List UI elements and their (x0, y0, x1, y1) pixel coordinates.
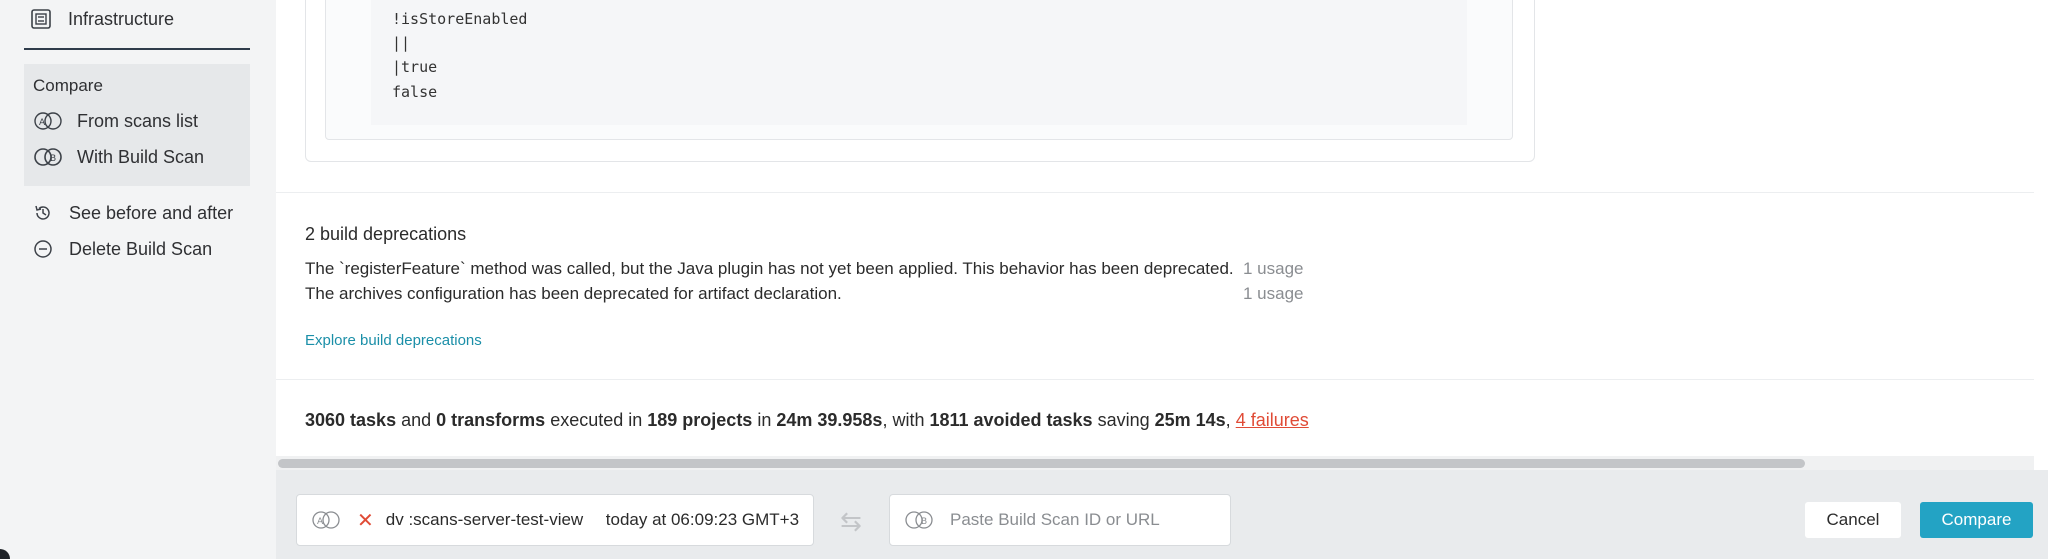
summary-text: , with (882, 410, 930, 430)
scan-a-field[interactable]: A ✕ dv :scans-server-test-view today at … (296, 494, 814, 546)
deprecation-usage: 1 usage (1243, 284, 1304, 303)
failures-link[interactable]: 4 failures (1236, 410, 1309, 430)
section-divider (276, 192, 2034, 193)
swap-icon[interactable]: ⇆ (834, 506, 868, 536)
code-pane (371, 0, 1467, 125)
sidebar-item-label: From scans list (77, 110, 199, 131)
compare-b-icon: B (904, 509, 936, 531)
avoided-tasks: 1811 avoided tasks (929, 410, 1093, 430)
summary-text: , (1225, 410, 1236, 430)
compare-title: Compare (33, 76, 103, 95)
deprecation-message: The archives configuration has been depr… (305, 284, 842, 303)
svg-text:A: A (317, 517, 324, 527)
code-line: |true (392, 58, 438, 76)
time-saved: 25m 14s (1154, 410, 1226, 430)
sidebar: Infrastructure Compare A From scans list… (0, 0, 276, 559)
sidebar-item-see-before-after[interactable]: See before and after (33, 202, 233, 224)
explore-deprecations-link[interactable]: Explore build deprecations (305, 332, 482, 349)
summary-text: executed in (545, 410, 648, 430)
sidebar-item-delete-build-scan[interactable]: Delete Build Scan (33, 238, 212, 260)
code-line: !isStoreEnabled (392, 10, 528, 28)
main-content: !isStoreEnabled || |true false 2 build d… (276, 0, 2034, 458)
sidebar-item-label: Infrastructure (68, 8, 175, 29)
transforms-count: 0 transforms (436, 410, 546, 430)
task-summary: 3060 tasks and 0 transforms executed in … (305, 410, 1309, 431)
sidebar-item-infrastructure[interactable]: Infrastructure (30, 8, 174, 30)
scan-name: dv :scans-server-test-view (385, 510, 584, 529)
svg-text:B: B (921, 517, 927, 527)
sidebar-item-label: With Build Scan (77, 146, 205, 167)
section-divider (276, 379, 2034, 380)
deprecation-usage: 1 usage (1243, 259, 1304, 278)
scan-time: today at 06:09:23 GMT+3 (605, 510, 800, 529)
summary-text: in (752, 410, 777, 430)
tasks-count: 3060 tasks (305, 410, 397, 430)
compare-a-icon: A (311, 509, 343, 531)
sidebar-item-from-scans-list[interactable]: A From scans list (33, 110, 198, 132)
deprecation-message: The `registerFeature` method was called,… (305, 259, 1234, 278)
code-line: false (392, 83, 438, 101)
sidebar-item-with-build-scan[interactable]: B With Build Scan (33, 146, 204, 168)
summary-text: saving (1092, 410, 1155, 430)
history-icon (33, 202, 57, 224)
projects-count: 189 projects (647, 410, 753, 430)
cancel-button[interactable]: Cancel (1805, 502, 1901, 538)
compare-with-scan-icon: B (33, 146, 65, 168)
svg-text:A: A (39, 118, 46, 128)
infrastructure-icon (30, 8, 56, 30)
build-duration: 24m 39.958s (776, 410, 883, 430)
sidebar-divider (24, 48, 250, 50)
sidebar-item-label: See before and after (69, 202, 234, 223)
svg-text:B: B (50, 154, 56, 164)
remove-scan-icon[interactable]: ✕ (357, 508, 374, 533)
horizontal-scrollbar-thumb[interactable] (278, 459, 1805, 468)
compare-from-list-icon: A (33, 110, 65, 132)
summary-text: and (396, 410, 437, 430)
sidebar-item-label: Delete Build Scan (69, 238, 213, 259)
code-line: || (392, 34, 411, 52)
minus-circle-icon (33, 238, 57, 260)
scan-b-field[interactable]: B Paste Build Scan ID or URL (889, 494, 1231, 546)
deprecations-title: 2 build deprecations (305, 224, 467, 244)
compare-button[interactable]: Compare (1920, 502, 2033, 538)
scan-b-placeholder: Paste Build Scan ID or URL (950, 510, 1160, 529)
